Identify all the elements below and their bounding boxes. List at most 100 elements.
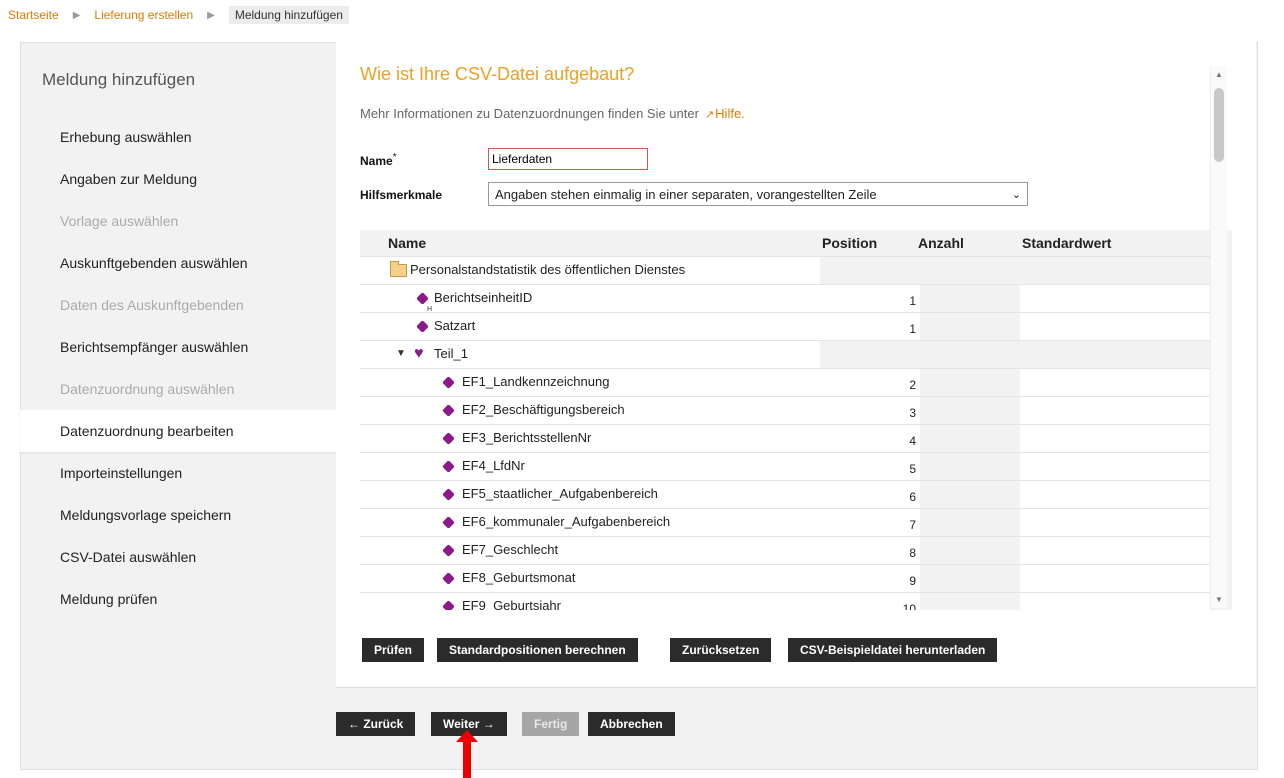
step-angaben-zur-meldung[interactable]: Angaben zur Meldung — [20, 158, 336, 200]
field-icon — [442, 460, 455, 473]
cell-name: EF2_Beschäftigungsbereich — [360, 397, 820, 425]
help-link[interactable]: Hilfe. — [715, 106, 745, 121]
cell-standardwert[interactable] — [1020, 593, 1210, 610]
cell-name: EF6_kommunaler_Aufgabenbereich — [360, 509, 820, 537]
step-importeinstellungen[interactable]: Importeinstellungen — [20, 452, 336, 494]
row-name: EF5_staatlicher_Aufgabenbereich — [462, 486, 658, 501]
table-row[interactable]: EF9_Geburtsjahr 10 — [360, 592, 1210, 610]
row-name: Teil_1 — [434, 346, 468, 361]
cell-position[interactable]: 2 — [820, 369, 920, 397]
name-input[interactable] — [488, 148, 648, 170]
cell-anzahl — [920, 285, 1020, 313]
table-row[interactable]: EF4_LfdNr 5 — [360, 452, 1210, 481]
scroll-thumb[interactable] — [1214, 88, 1224, 162]
breadcrumb-startseite[interactable]: Startseite — [8, 8, 59, 22]
table-row[interactable]: EF6_kommunaler_Aufgabenbereich 7 — [360, 508, 1210, 537]
cell-anzahl — [920, 425, 1020, 453]
table-row[interactable]: ▼ ♥ Teil_1 — [360, 340, 1210, 369]
cell-standardwert[interactable] — [1020, 453, 1210, 481]
cell-standardwert[interactable] — [1020, 397, 1210, 425]
row-name: Satzart — [434, 318, 476, 333]
table-row[interactable]: EF5_staatlicher_Aufgabenbereich 6 — [360, 480, 1210, 509]
row-name: EF8_Geburtsmonat — [462, 570, 576, 585]
row-name: EF1_Landkennzeichnung — [462, 374, 610, 389]
cell-standardwert[interactable] — [1020, 509, 1210, 537]
cell-position[interactable]: 1 — [820, 285, 920, 313]
row-name: EF3_BerichtsstellenNr — [462, 430, 592, 445]
group-icon: ♥ — [414, 345, 424, 362]
table-row[interactable]: EF8_Geburtsmonat 9 — [360, 564, 1210, 593]
hilfsmerkmale-selected-value: Angaben stehen einmalig in einer separat… — [495, 186, 877, 202]
row-name: Personalstandstatistik des öffentlichen … — [410, 262, 686, 277]
pruefen-button[interactable]: Prüfen — [362, 638, 425, 662]
table-row[interactable]: EF3_BerichtsstellenNr 4 — [360, 424, 1210, 453]
scroll-up-icon[interactable]: ▲ — [1215, 70, 1223, 79]
table-row[interactable]: EF2_Beschäftigungsbereich 3 — [360, 396, 1210, 425]
collapse-toggle-icon[interactable]: ▼ — [396, 341, 406, 367]
cell-anzahl — [920, 537, 1020, 565]
position-value: 3 — [909, 406, 916, 420]
step-erhebung-auswaehlen[interactable]: Erhebung auswählen — [20, 116, 336, 158]
cell-position[interactable]: 6 — [820, 481, 920, 509]
cell-name: EF9_Geburtsjahr — [360, 593, 820, 610]
cell-anzahl — [920, 565, 1020, 593]
table-row[interactable]: EF7_Geschlecht 8 — [360, 536, 1210, 565]
cell-standardwert — [1020, 341, 1210, 369]
field-icon — [442, 404, 455, 417]
cell-position[interactable]: 8 — [820, 537, 920, 565]
zurueck-button[interactable]: ← Zurück — [336, 712, 416, 736]
cell-standardwert[interactable] — [1020, 285, 1210, 313]
standardpositionen-berechnen-button[interactable]: Standardpositionen berechnen — [437, 638, 638, 662]
mapping-table: Name Position Anzahl Standardwert Person… — [360, 230, 1232, 610]
table-scrollbar[interactable]: ▲ ▼ — [1210, 66, 1227, 608]
step-auskunftgebenden-auswaehlen[interactable]: Auskunftgebenden auswählen — [20, 242, 336, 284]
hilfsmerkmale-select[interactable]: Angaben stehen einmalig in einer separat… — [488, 182, 1028, 206]
step-csv-datei-auswaehlen[interactable]: CSV-Datei auswählen — [20, 536, 336, 578]
cell-name: EF1_Landkennzeichnung — [360, 369, 820, 397]
step-berichtsempfaenger-auswaehlen[interactable]: Berichtsempfänger auswählen — [20, 326, 336, 368]
cell-anzahl — [920, 453, 1020, 481]
cell-standardwert[interactable] — [1020, 369, 1210, 397]
pointer-arrow-icon — [456, 730, 478, 778]
wizard-sidebar: Meldung hinzufügen Erhebung auswählen An… — [20, 42, 336, 768]
cell-standardwert[interactable] — [1020, 481, 1210, 509]
cell-position[interactable]: 3 — [820, 397, 920, 425]
step-daten-des-auskunftgebenden: Daten des Auskunftgebenden — [60, 297, 244, 313]
position-value: 6 — [909, 490, 916, 504]
abbrechen-button[interactable]: Abbrechen — [588, 712, 675, 736]
cell-standardwert — [1020, 257, 1210, 285]
position-value: 2 — [909, 378, 916, 392]
table-row[interactable]: Personalstandstatistik des öffentlichen … — [360, 256, 1210, 285]
step-datenzuordnung-bearbeiten[interactable]: Datenzuordnung bearbeiten — [20, 410, 336, 452]
breadcrumb-separator-icon: ▶ — [72, 9, 81, 21]
cell-standardwert[interactable] — [1020, 425, 1210, 453]
cell-position — [820, 257, 920, 285]
cell-anzahl — [920, 341, 1020, 369]
scroll-down-icon[interactable]: ▼ — [1215, 595, 1223, 604]
cell-position[interactable]: 4 — [820, 425, 920, 453]
cell-position[interactable]: 10 — [820, 593, 920, 610]
column-header-position: Position — [822, 235, 878, 251]
step-meldung-pruefen[interactable]: Meldung prüfen — [20, 578, 336, 620]
csv-beispieldatei-herunterladen-button[interactable]: CSV-Beispieldatei herunterladen — [788, 638, 998, 662]
cell-standardwert[interactable] — [1020, 537, 1210, 565]
folder-icon — [390, 261, 407, 277]
table-row[interactable]: H BerichtseinheitID 1 — [360, 284, 1210, 313]
breadcrumb-lieferung-erstellen[interactable]: Lieferung erstellen — [94, 8, 193, 22]
cell-position[interactable]: 1 — [820, 313, 920, 341]
cell-standardwert[interactable] — [1020, 313, 1210, 341]
cell-position[interactable]: 7 — [820, 509, 920, 537]
cell-anzahl — [920, 481, 1020, 509]
page-title: Wie ist Ihre CSV-Datei aufgebaut? — [360, 64, 635, 84]
table-row[interactable]: EF1_Landkennzeichnung 2 — [360, 368, 1210, 397]
step-meldungsvorlage-speichern[interactable]: Meldungsvorlage speichern — [20, 494, 336, 536]
cell-standardwert[interactable] — [1020, 565, 1210, 593]
cell-position[interactable]: 9 — [820, 565, 920, 593]
cell-name: EF8_Geburtsmonat — [360, 565, 820, 593]
column-header-anzahl: Anzahl — [918, 235, 964, 251]
column-header-name: Name — [388, 235, 427, 251]
zuruecksetzen-button[interactable]: Zurücksetzen — [670, 638, 772, 662]
table-row[interactable]: Satzart 1 — [360, 312, 1210, 341]
row-name: BerichtseinheitID — [434, 290, 533, 305]
cell-position[interactable]: 5 — [820, 453, 920, 481]
